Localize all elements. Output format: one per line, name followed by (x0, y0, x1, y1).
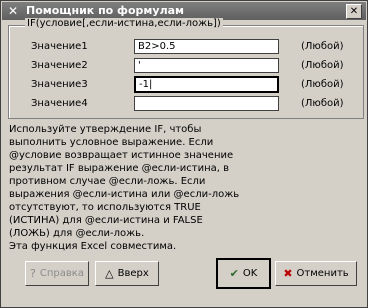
question-icon: ? (30, 267, 36, 280)
up-button-label: Вверх (117, 268, 149, 279)
triangle-up-icon: △ (105, 267, 114, 280)
cross-icon: ✖ (283, 267, 293, 280)
help-button-label: Справка (39, 268, 84, 279)
label-value3: Значение3 (31, 79, 88, 90)
hint-value3: (Любой) (301, 79, 344, 90)
value2-input[interactable]: ' (134, 58, 279, 73)
cancel-button[interactable]: ✖ Отменить (275, 261, 357, 286)
ok-button-label: OK (242, 268, 258, 279)
x-app-icon: ✕ (7, 4, 19, 18)
hint-value4: (Любой) (301, 98, 344, 109)
value4-input[interactable] (134, 96, 279, 111)
label-value4: Значение4 (31, 98, 88, 109)
cancel-button-label: Отменить (296, 268, 349, 279)
help-button[interactable]: ? Справка (25, 261, 89, 286)
checkmark-icon: ✔ (229, 267, 239, 280)
label-value2: Значение2 (31, 60, 88, 71)
ok-button[interactable]: ✔ OK (216, 258, 271, 289)
label-value1: Значение1 (31, 41, 88, 52)
window-title: Помощник по формулам (26, 4, 185, 17)
help-description: Используйте утверждение IF, чтобы выполн… (9, 124, 240, 252)
hint-value1: (Любой) (301, 41, 344, 52)
close-icon[interactable]: ✕ (346, 4, 362, 19)
value1-input[interactable]: B2>0.5 (134, 39, 279, 54)
function-signature: IF(условие[,если-истина,если-ложь]) (25, 18, 223, 29)
formula-helper-dialog: ✕ Помощник по формулам ✕ IF(условие[,есл… (0, 0, 368, 308)
value3-input[interactable]: -1| (134, 76, 279, 93)
up-button[interactable]: △ Вверх (95, 261, 159, 286)
hint-value2: (Любой) (301, 60, 344, 71)
